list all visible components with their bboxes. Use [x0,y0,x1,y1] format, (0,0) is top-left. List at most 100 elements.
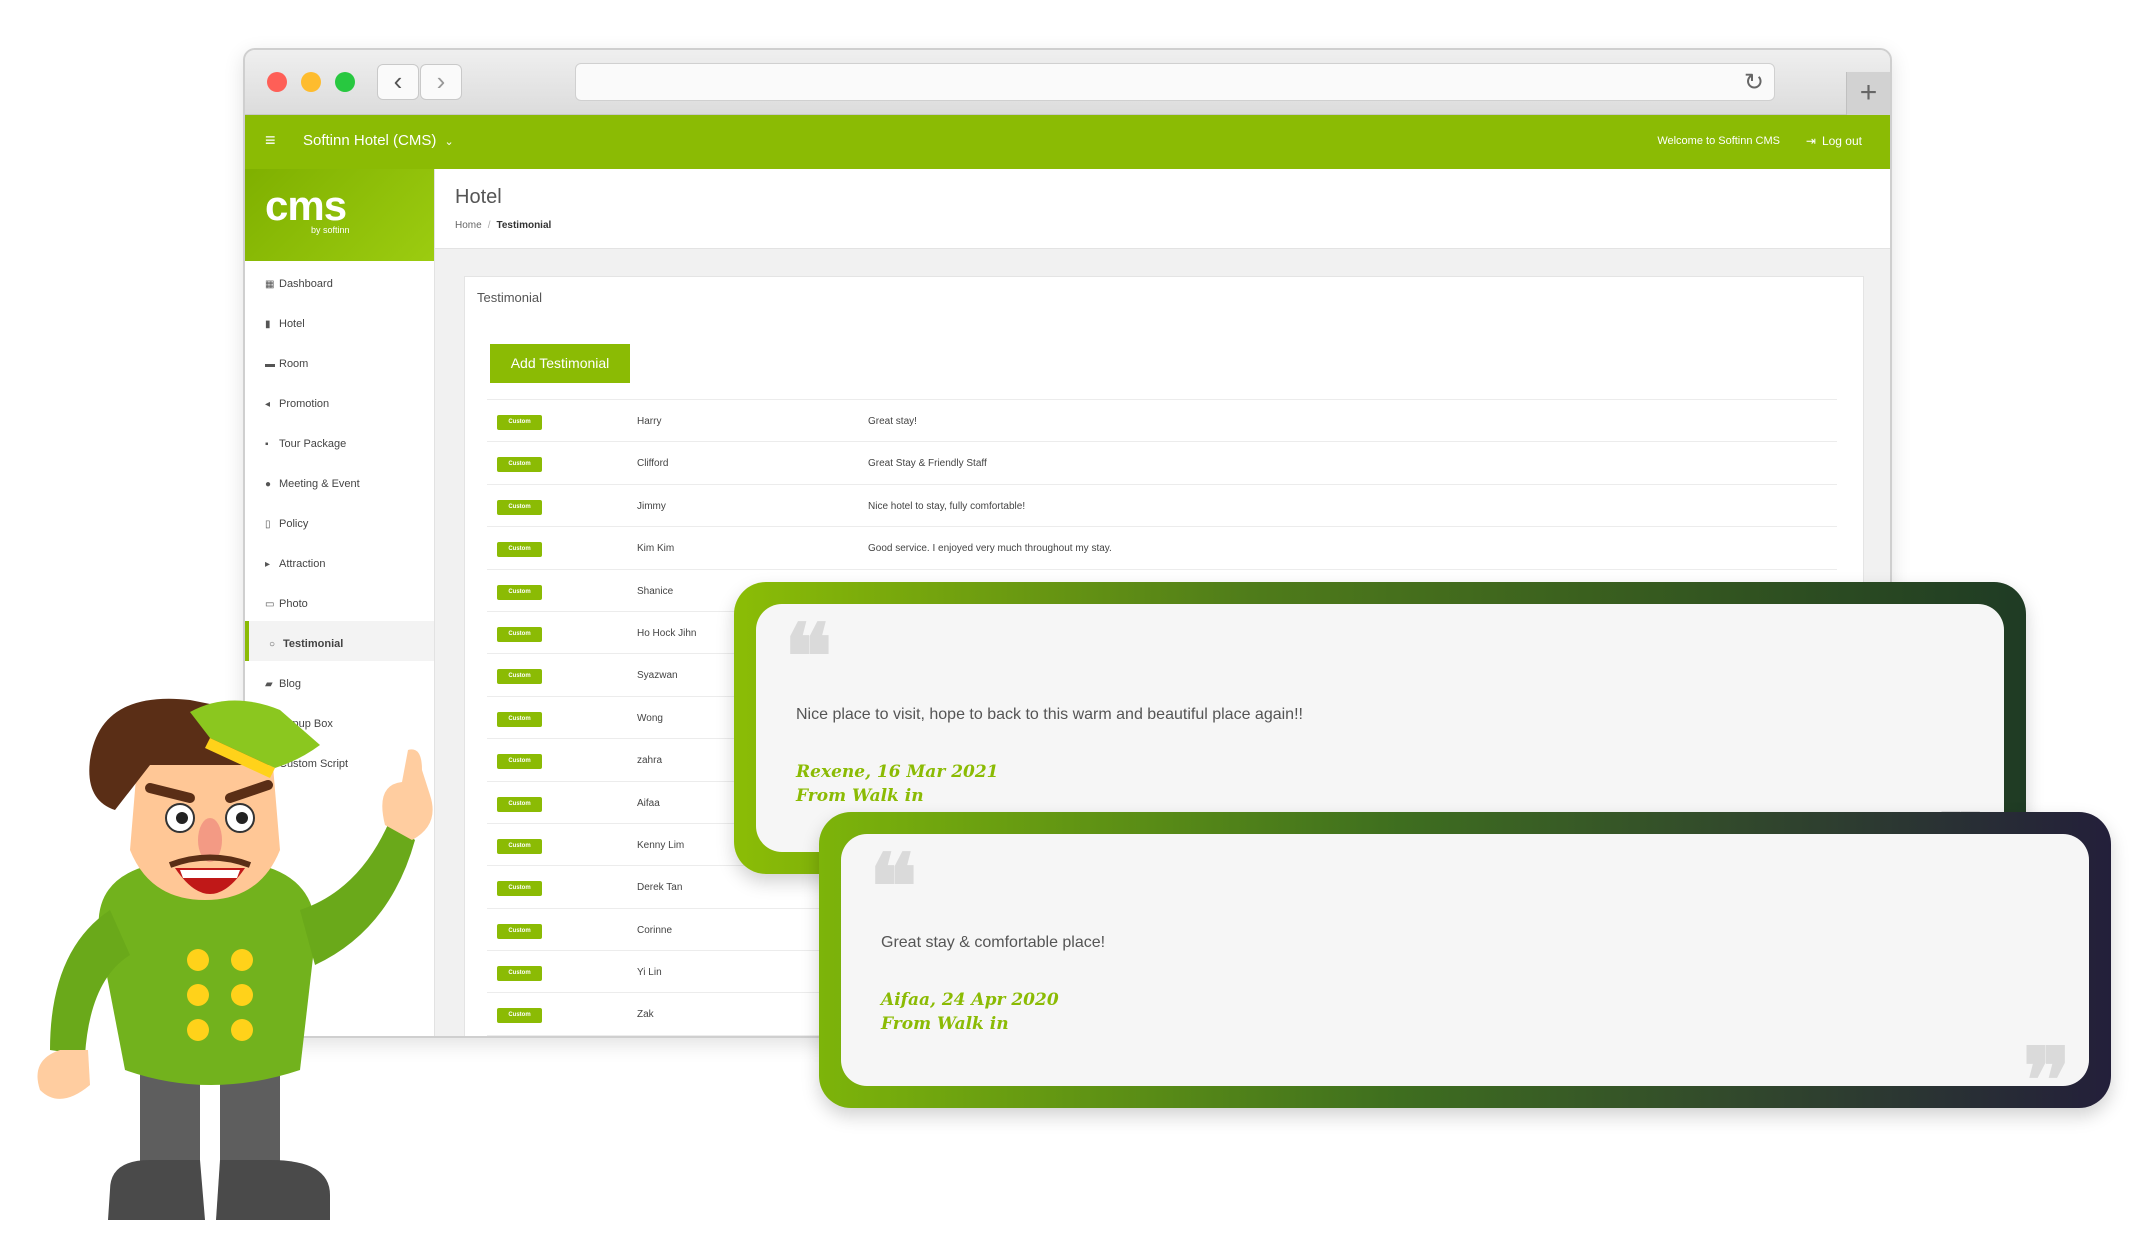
source-badge: Custom [497,542,542,558]
source-badge: Custom [497,711,542,727]
back-button[interactable]: ‹ [377,64,419,100]
quote-open-icon: ❝ [869,834,918,940]
logout-icon: ⇥ [1805,134,1816,148]
sidebar-item-label: Photo [279,598,308,610]
sidebar-item-icon: ▦ [265,279,275,290]
testimonial-card: ❝ Great stay & comfortable place! Aifaa,… [819,812,2111,1126]
close-window-button[interactable] [267,72,287,92]
sidebar-item-icon: ▬ [265,359,275,370]
logo-main-text: cms [265,182,347,229]
source-badge: Custom [497,626,542,642]
testimonial-message: Great Stay & Friendly Staff [868,458,987,470]
sidebar-item-icon: ▰ [265,679,273,690]
new-tab-button[interactable]: + [1846,72,1890,115]
guest-name: Yi Lin [637,967,662,979]
forward-button[interactable]: › [420,64,462,100]
testimonial-message: Nice hotel to stay, fully comfortable! [868,500,1026,512]
source-badge: Custom [497,966,542,982]
page-title: Hotel [455,186,502,208]
table-row[interactable]: Custom Kim Kim Good service. I enjoyed ver… [487,527,1837,570]
breadcrumb-home[interactable]: Home [455,220,482,231]
sidebar-item-icon: ▸ [265,559,271,570]
testimonial-source: From Walk in [796,786,924,806]
testimonial-message: Great stay! [868,416,917,427]
sidebar-item-label: Tour Package [279,438,347,450]
sidebar-item-label: Attraction [279,558,326,570]
sidebar-item-attraction[interactable]: ▸ Attraction [245,541,434,581]
minimize-window-button[interactable] [301,72,321,92]
hamburger-menu-icon[interactable]: ≡ [265,130,276,151]
sidebar-item-icon: ● [265,479,272,490]
guest-name: Syazwan [637,670,678,682]
guest-name: Shanice [637,585,674,597]
add-testimonial-button[interactable]: Add Testimonial [490,344,630,383]
testimonial-author: Aifaa, 24 Apr 2020 [881,990,1059,1010]
testimonial-text: Great stay & comfortable place! [881,934,1106,951]
testimonial-card-body: ❝ Great stay & comfortable place! Aifaa,… [841,834,2089,1126]
sidebar-item-policy[interactable]: ▯ Policy [245,501,434,541]
sidebar-item-icon: ▪ [265,439,269,450]
sidebar-item-meeting-event[interactable]: ● Meeting & Event [245,461,434,501]
sidebar-item-room[interactable]: ▬ Room [245,341,434,381]
guest-name: Aifaa [637,797,660,809]
source-badge: Custom [497,415,542,430]
sidebar-item-label: Hotel [279,318,305,330]
sidebar-item-photo[interactable]: ▭ Photo [245,581,434,621]
source-badge: Custom [497,499,542,515]
sidebar-item-label: Policy [279,518,309,530]
source-badge: Custom [497,881,542,897]
guest-name: Harry [637,416,662,427]
guest-name: Kenny Lim [637,839,685,851]
quote-open-icon: ❝ [784,604,833,710]
logout-link[interactable]: ⇥ Log out [1806,134,1862,148]
guest-name: Clifford [637,458,669,470]
sidebar-item-hotel[interactable]: ▮ Hotel [245,301,434,341]
guest-name: Wong [637,712,663,724]
welcome-text: Welcome to Softinn CMS [1657,135,1780,147]
sidebar-item-icon: ▮ [265,319,271,330]
table-row[interactable]: Custom Jimmy Nice hotel to stay, fully com… [487,485,1837,528]
guest-name: Derek Tan [637,882,683,894]
app-header: ≡ Softinn Hotel (CMS) ⌄ Welcome to Softi… [245,115,1890,169]
address-bar[interactable]: ↻ [575,63,1775,101]
source-badge: Custom [497,838,542,854]
breadcrumb-separator: / [487,220,491,231]
sidebar-item-icon: ◂ [265,399,271,410]
page-header: Hotel Home / Testimonial [435,169,1890,249]
sidebar-item-icon: ▯ [265,519,271,530]
guest-name: Jimmy [637,500,666,512]
sidebar-item-testimonial[interactable]: ○ Testimonial [245,621,434,661]
logout-label: Log out [1821,134,1862,148]
guest-name: zahra [637,755,663,767]
table-row[interactable]: Custom Clifford Great Stay & Friendly Staf… [487,442,1837,485]
breadcrumb: Home / Testimonial [455,220,551,231]
browser-toolbar: ‹ › ↻ + [245,50,1890,115]
source-badge: Custom [497,584,542,600]
reload-icon[interactable]: ↻ [1744,68,1764,97]
source-badge: Custom [497,669,542,685]
testimonial-message: Good service. I enjoyed very much throug… [868,543,1112,555]
sidebar-item-icon: ▭ [265,599,275,610]
guest-name: Corinne [637,924,673,936]
sidebar-item-label: Room [279,358,309,370]
testimonial-source: From Walk in [881,1014,1009,1034]
sidebar-item-promotion[interactable]: ◂ Promotion [245,381,434,421]
source-badge: Custom [497,796,542,812]
property-name: Softinn Hotel (CMS) [303,132,437,149]
property-selector[interactable]: Softinn Hotel (CMS) ⌄ [303,132,454,149]
sidebar-item-label: Promotion [279,398,330,410]
source-badge: Custom [497,923,542,939]
panel-title: Testimonial [477,290,543,305]
sidebar-item-tour-package[interactable]: ▪ Tour Package [245,421,434,461]
sidebar-item-icon: ○ [269,639,276,650]
maximize-window-button[interactable] [335,72,355,92]
quote-close-icon: ❞ [2022,1028,2071,1134]
bellboy-mascot-illustration [37,698,433,1220]
source-badge: Custom [497,754,542,770]
cms-logo[interactable]: cms by softinn [245,169,434,261]
logo-sub-text: by softinn [311,225,350,235]
guest-name: Zak [637,1009,654,1021]
table-row[interactable]: Custom Harry Great stay! [487,400,1837,443]
sidebar-item-dashboard[interactable]: ▦ Dashboard [245,261,434,301]
source-badge: Custom [497,457,542,473]
